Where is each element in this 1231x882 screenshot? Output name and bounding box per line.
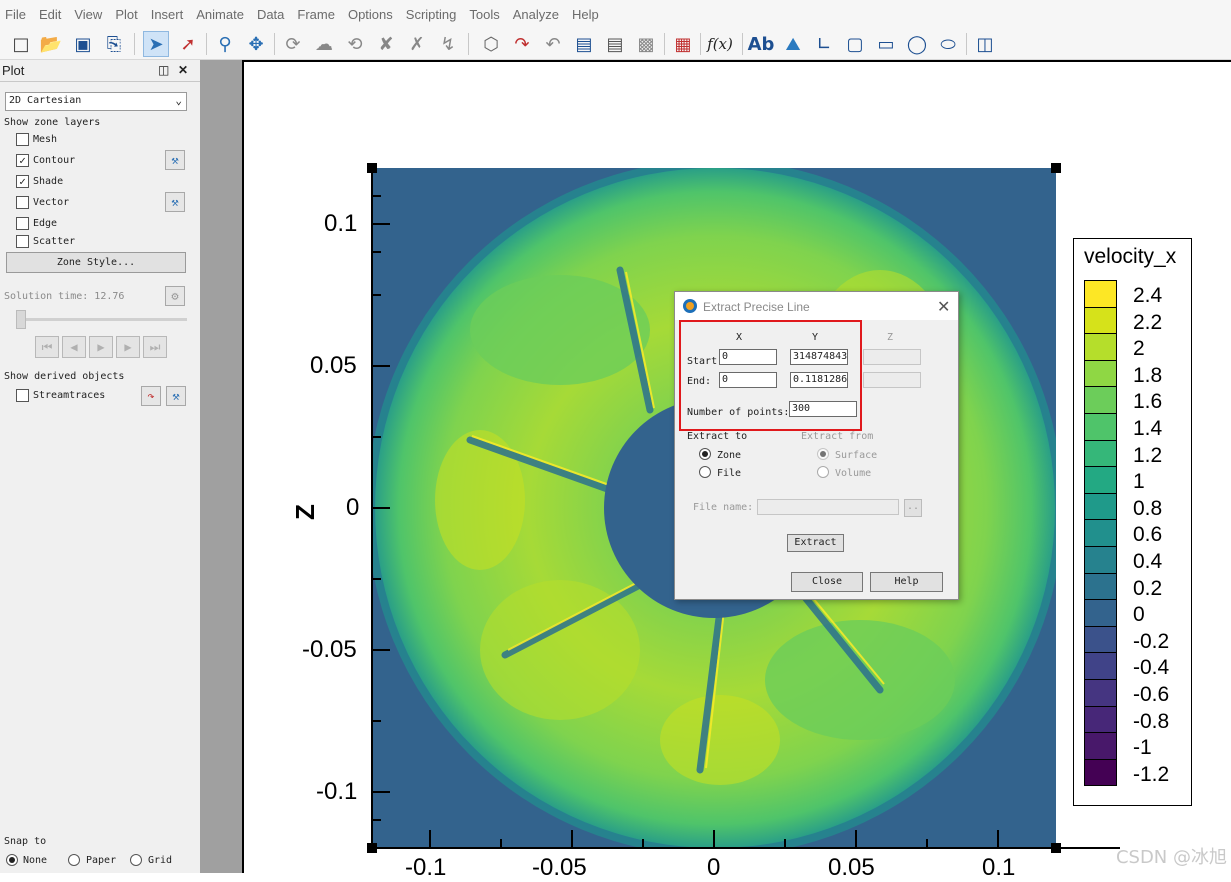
legend-swatch — [1084, 599, 1117, 626]
app-logo-icon — [686, 302, 694, 310]
legend-label: 1.2 — [1133, 444, 1162, 468]
legend-swatch — [1084, 519, 1117, 546]
legend-label: 2 — [1133, 337, 1145, 361]
legend-label: -0.2 — [1133, 630, 1169, 654]
extract-from-volume-label: Volume — [835, 468, 871, 479]
end-x-field[interactable]: 0 — [719, 372, 777, 388]
extract-precise-line-dialog: Extract Precise Line ✕ X Y Z Start 0 314… — [674, 291, 959, 600]
legend-label: -1 — [1133, 736, 1152, 760]
y-axis-title: Z — [290, 504, 321, 520]
legend-label: 1.8 — [1133, 364, 1162, 388]
extract-to-zone-label: Zone — [717, 450, 741, 461]
x-tick-label: 0 — [707, 854, 720, 882]
dialog-title: Extract Precise Line — [703, 300, 810, 314]
legend-swatch — [1084, 679, 1117, 706]
start-label: Start — [687, 356, 717, 367]
legend-label: -0.8 — [1133, 710, 1169, 734]
legend-label: 1.6 — [1133, 390, 1162, 414]
legend-label: 1.4 — [1133, 417, 1162, 441]
legend-label: 0.8 — [1133, 497, 1162, 521]
extract-from-surface-label: Surface — [835, 450, 877, 461]
legend-swatch — [1084, 626, 1117, 653]
y-tick-label: -0.1 — [316, 778, 357, 806]
legend-label: 0.6 — [1133, 523, 1162, 547]
legend-label: -0.4 — [1133, 656, 1169, 680]
end-z-field — [863, 372, 921, 388]
x-tick-label: 0.1 — [982, 854, 1015, 882]
contour-plot[interactable] — [0, 0, 1231, 873]
legend-label: 1 — [1133, 470, 1145, 494]
legend-label: -1.2 — [1133, 763, 1169, 787]
y-tick-label: 0.05 — [310, 352, 357, 380]
close-button[interactable]: Close — [791, 572, 863, 592]
legend-swatch — [1084, 280, 1117, 307]
extract-to-label: Extract to — [687, 431, 747, 442]
legend-swatch — [1084, 573, 1117, 600]
file-name-label: File name: — [693, 502, 753, 513]
x-tick-label: 0.05 — [828, 854, 875, 882]
extract-button[interactable]: Extract — [787, 534, 844, 552]
col-x-header: X — [736, 332, 742, 343]
extract-to-zone-radio[interactable] — [699, 448, 711, 460]
extract-to-file-label: File — [717, 468, 741, 479]
y-tick-label: 0 — [346, 494, 359, 522]
legend-label: 2.2 — [1133, 311, 1162, 335]
y-tick-label: -0.05 — [302, 636, 357, 664]
end-label: End: — [687, 376, 711, 387]
legend-swatch — [1084, 333, 1117, 360]
watermark: CSDN @冰旭 — [1116, 843, 1227, 869]
extract-from-volume-radio — [817, 466, 829, 478]
legend-swatch — [1084, 732, 1117, 759]
legend-label: 2.4 — [1133, 284, 1162, 308]
legend-label: -0.6 — [1133, 683, 1169, 707]
col-y-header: Y — [812, 332, 818, 343]
legend-swatch — [1084, 386, 1117, 413]
num-points-field[interactable]: 300 — [789, 401, 857, 417]
legend-swatch — [1084, 706, 1117, 733]
legend-label: 0.2 — [1133, 577, 1162, 601]
extract-from-label: Extract from — [801, 431, 873, 442]
close-icon[interactable]: ✕ — [937, 297, 950, 317]
dialog-titlebar: Extract Precise Line ✕ — [675, 292, 958, 320]
legend-swatch — [1084, 307, 1117, 334]
file-name-field — [757, 499, 899, 515]
legend-swatch — [1084, 440, 1117, 467]
extract-to-file-radio[interactable] — [699, 466, 711, 478]
num-points-label: Number of points: — [687, 407, 789, 418]
contour-legend[interactable]: velocity_x 2.4 2.22 1.81.6 1.4 1.21 0.80.6 0.4… — [1073, 238, 1192, 806]
legend-swatch — [1084, 759, 1117, 786]
start-y-field[interactable]: 314874843 — [790, 349, 848, 365]
col-z-header: Z — [887, 332, 893, 343]
legend-swatch — [1084, 546, 1117, 573]
legend-label: 0.4 — [1133, 550, 1162, 574]
start-x-field[interactable]: 0 — [719, 349, 777, 365]
legend-swatch — [1084, 493, 1117, 520]
legend-label: 0 — [1133, 603, 1145, 627]
x-tick-label: -0.05 — [532, 854, 587, 882]
legend-swatch — [1084, 466, 1117, 493]
legend-swatch — [1084, 652, 1117, 679]
extract-from-surface-radio — [817, 448, 829, 460]
legend-title: velocity_x — [1084, 245, 1176, 269]
x-tick-label: -0.1 — [405, 854, 446, 882]
y-tick-label: 0.1 — [324, 210, 357, 238]
help-button[interactable]: Help — [870, 572, 943, 592]
legend-swatch — [1084, 360, 1117, 387]
legend-swatch — [1084, 413, 1117, 440]
end-y-field[interactable]: 0.1181286 — [790, 372, 848, 388]
browse-button: .. — [904, 499, 922, 517]
start-z-field — [863, 349, 921, 365]
